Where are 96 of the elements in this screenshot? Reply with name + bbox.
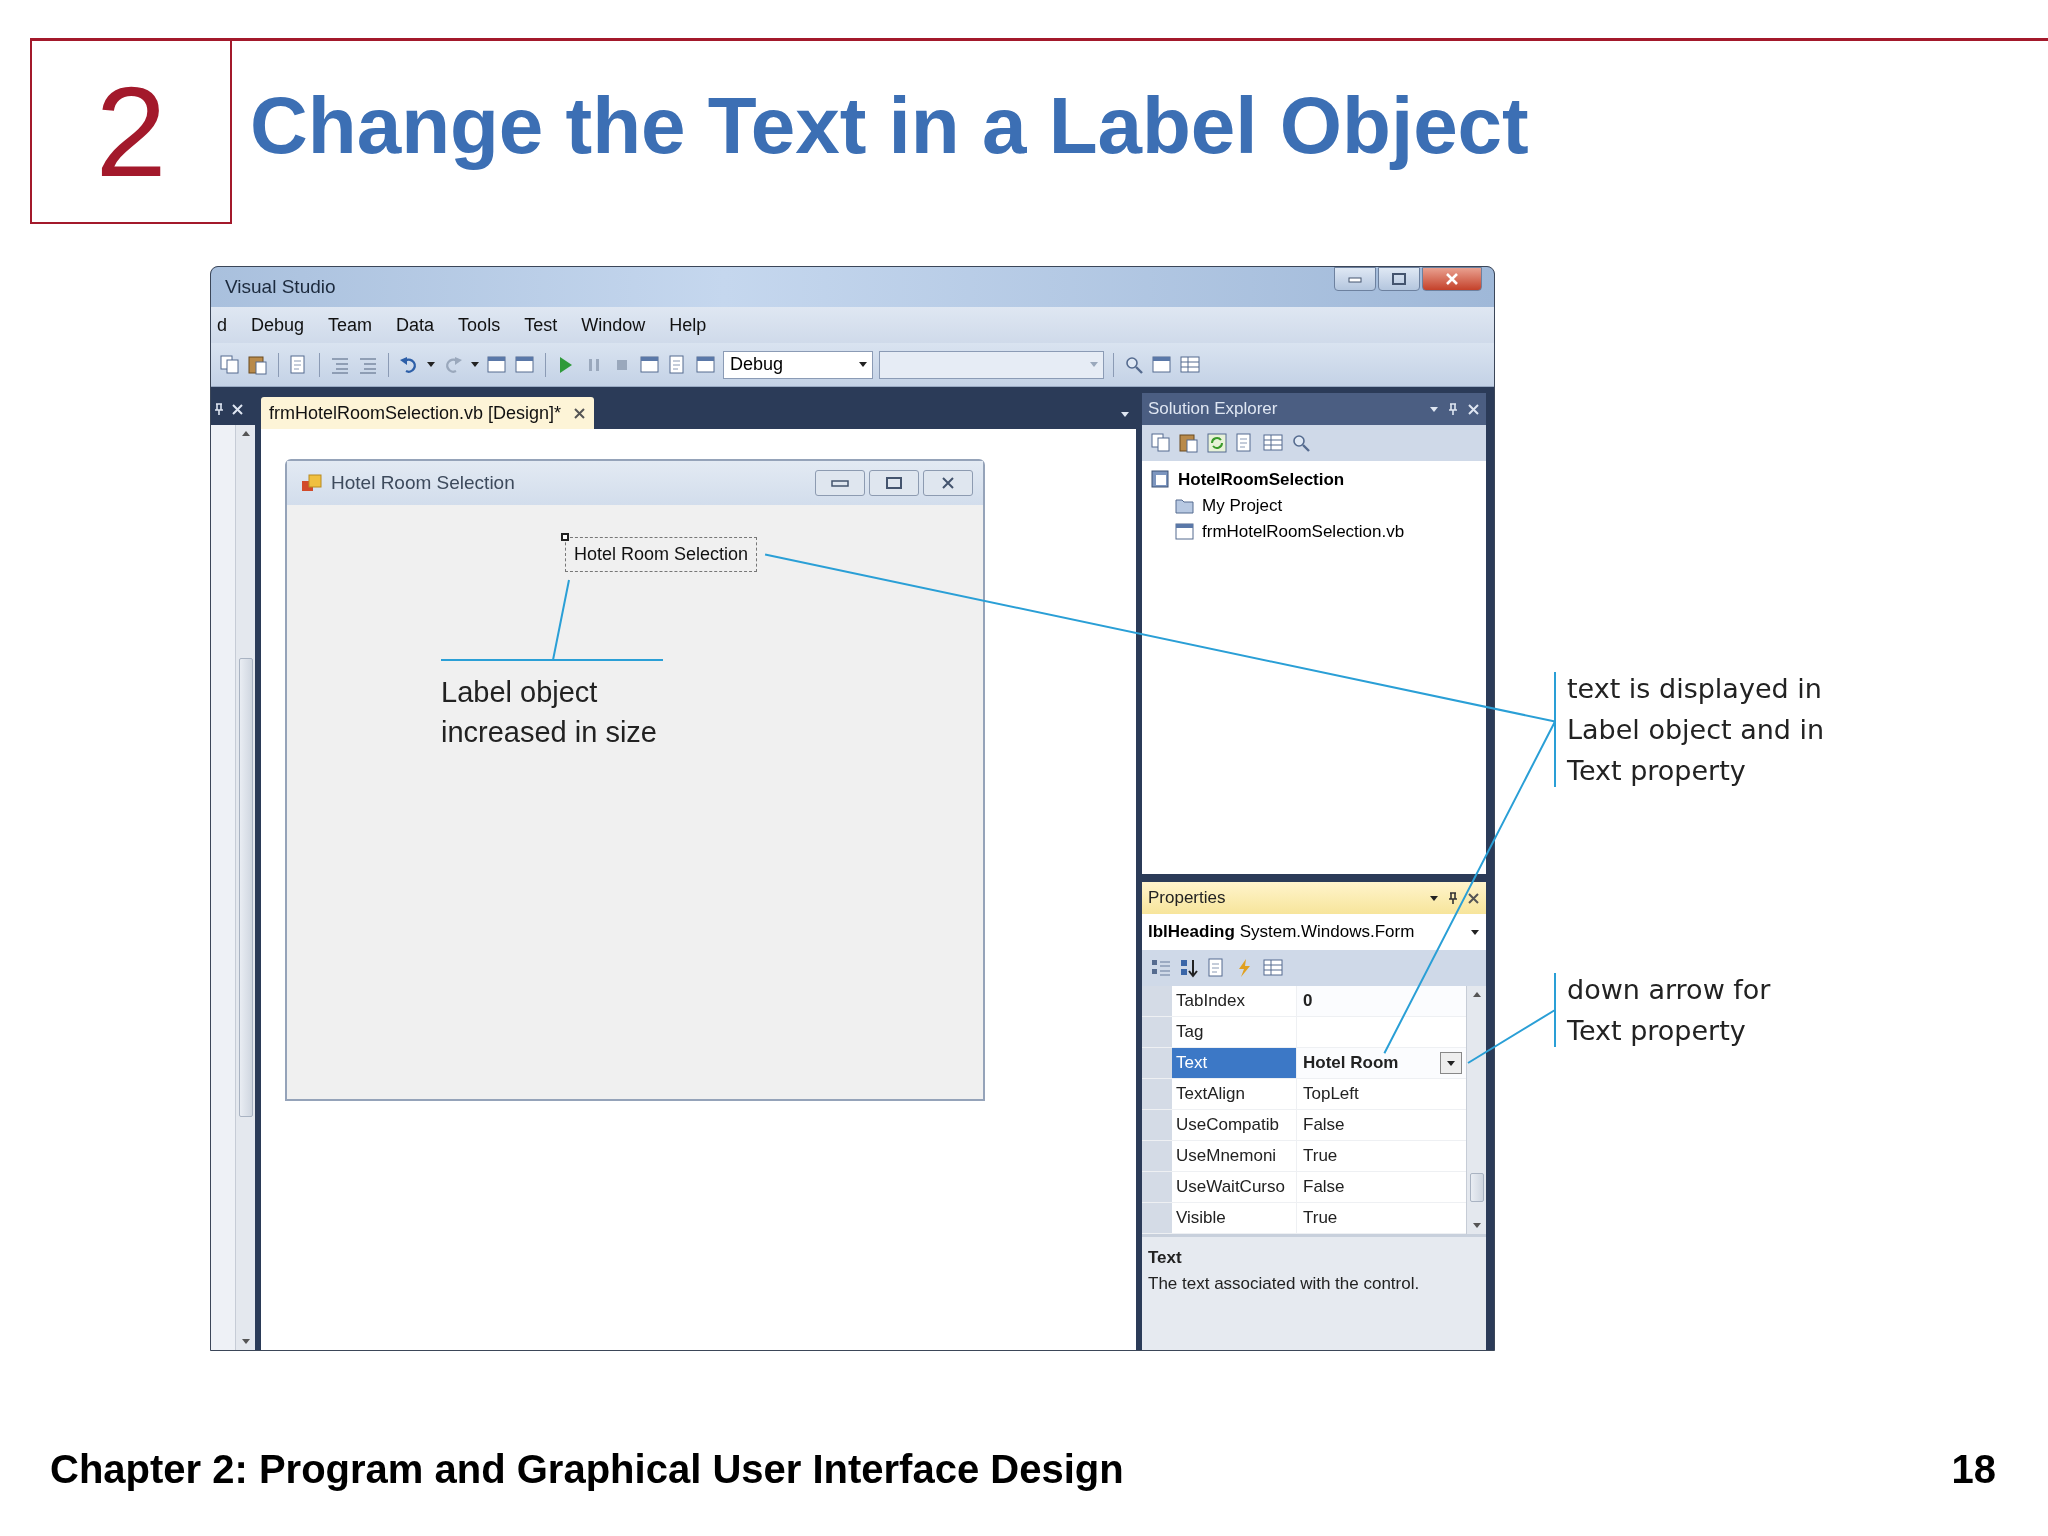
property-name[interactable]: TextAlign: [1172, 1079, 1296, 1109]
property-value[interactable]: True: [1303, 1143, 1338, 1169]
sort-icon[interactable]: [1178, 957, 1200, 979]
property-name[interactable]: TabIndex: [1172, 986, 1296, 1016]
dropdown-button[interactable]: [1440, 1052, 1462, 1074]
maximize-button[interactable]: [1378, 267, 1420, 291]
caret-icon: [858, 360, 868, 369]
property-value[interactable]: 0: [1303, 988, 1313, 1014]
grid-icon[interactable]: [1179, 353, 1201, 376]
panel-title: Properties: [1148, 887, 1226, 910]
menu-item[interactable]: Debug: [249, 309, 307, 341]
menu-item[interactable]: Data: [394, 309, 437, 341]
menu-item[interactable]: Window: [579, 309, 648, 341]
close-icon[interactable]: [1467, 891, 1480, 905]
callout-text: text is displayed in Label object and in Text property: [1567, 672, 1825, 788]
project-icon: [1150, 469, 1172, 491]
resize-handle[interactable]: [561, 533, 569, 541]
value-cell[interactable]: Hotel Room: [1296, 1048, 1466, 1078]
minimize-icon: [831, 479, 849, 487]
pages-icon[interactable]: [1150, 432, 1172, 454]
tree-item[interactable]: My Project: [1202, 493, 1283, 519]
scrollbar[interactable]: [1466, 986, 1486, 1234]
panel-title: Solution Explorer: [1148, 398, 1278, 421]
maximize-icon: [886, 477, 902, 489]
close-icon: [941, 477, 955, 489]
slide-title: Change the Text in a Label Object: [249, 79, 1529, 172]
close-icon: [1445, 273, 1459, 285]
window-icon: [1174, 521, 1196, 543]
description-title: Text: [1148, 1247, 1183, 1269]
magnifier-icon[interactable]: [1290, 432, 1312, 454]
scroll-thumb[interactable]: [238, 658, 253, 1117]
menu-item[interactable]: Tools: [456, 309, 503, 341]
down-arrow-icon[interactable]: [1471, 1222, 1482, 1230]
slide-footer: Chapter 2: Program and Graphical User Interface Design: [50, 1439, 1124, 1499]
tab-label: frmHotelRoomSelection.vb [Design]*: [269, 401, 562, 425]
caret-icon: [1446, 1058, 1456, 1068]
caret-icon[interactable]: [470, 360, 480, 369]
configuration-dropdown[interactable]: Debug: [723, 350, 873, 379]
caret-icon: [1089, 360, 1099, 369]
tree-item[interactable]: HotelRoomSelection: [1178, 467, 1345, 493]
maximize-button[interactable]: [869, 470, 919, 496]
minimize-icon: [1348, 275, 1362, 283]
value-cell[interactable]: 0: [1296, 986, 1466, 1016]
close-icon[interactable]: [573, 406, 587, 420]
property-name[interactable]: UseWaitCurso: [1172, 1172, 1296, 1202]
caret-icon: [1470, 927, 1480, 937]
maximize-icon: [1392, 273, 1406, 285]
minimize-button[interactable]: [1334, 267, 1376, 291]
pin-icon[interactable]: [1447, 891, 1459, 905]
document-tab[interactable]: frmHotelRoomSelection.vb [Design]*: [261, 397, 595, 429]
copy-icon[interactable]: [219, 353, 241, 376]
label-control[interactable]: Hotel Room Selection: [565, 537, 758, 572]
callout-text: down arrow for Text property: [1567, 973, 1772, 1048]
menu-item[interactable]: Help: [667, 309, 709, 341]
slide-number: 2: [30, 41, 232, 224]
up-arrow-icon[interactable]: [1471, 990, 1482, 998]
property-value[interactable]: TopLeft: [1303, 1081, 1359, 1107]
down-arrow-icon[interactable]: [240, 1338, 251, 1346]
property-value[interactable]: True: [1303, 1205, 1338, 1231]
close-button[interactable]: [1422, 267, 1482, 291]
caret-icon[interactable]: [426, 360, 436, 369]
up-arrow-icon[interactable]: [240, 429, 251, 437]
property-name[interactable]: Text: [1172, 1048, 1296, 1078]
form-icon: [301, 473, 323, 493]
property-value[interactable]: False: [1303, 1112, 1345, 1138]
property-name[interactable]: Visible: [1172, 1203, 1296, 1233]
menu-item[interactable]: Team: [326, 309, 375, 341]
scrollbar[interactable]: [235, 425, 255, 1350]
dropdown-field[interactable]: [879, 350, 1104, 379]
caret-icon[interactable]: [1429, 893, 1439, 903]
property-name[interactable]: UseCompatib: [1172, 1110, 1296, 1140]
window-icon[interactable]: [695, 353, 717, 376]
description-text: The text associated with the control.: [1148, 1272, 1421, 1295]
window-icon[interactable]: [1151, 353, 1173, 376]
categories-icon[interactable]: [1150, 957, 1172, 979]
window-icon[interactable]: [639, 353, 661, 376]
scroll-thumb[interactable]: [1469, 1173, 1484, 1202]
caret-icon[interactable]: [1120, 410, 1130, 419]
property-name[interactable]: Tag: [1172, 1017, 1296, 1047]
property-value[interactable]: Hotel Room: [1303, 1050, 1399, 1076]
window-icon[interactable]: [486, 353, 508, 376]
callout-text: Label object increased in size: [441, 675, 658, 750]
paste-icon[interactable]: [247, 353, 269, 376]
property-name[interactable]: UseMnemoni: [1172, 1141, 1296, 1171]
menu-item[interactable]: Test: [522, 309, 560, 341]
page-number: 18: [1951, 1446, 1996, 1493]
close-button[interactable]: [923, 470, 973, 496]
window-icon[interactable]: [514, 353, 536, 376]
minimize-button[interactable]: [815, 470, 865, 496]
grid-icon[interactable]: [1262, 432, 1284, 454]
menu-item[interactable]: d: [215, 309, 229, 341]
property-value[interactable]: False: [1303, 1174, 1345, 1200]
tree-item[interactable]: frmHotelRoomSelection.vb: [1202, 519, 1405, 545]
refresh-icon[interactable]: [1206, 432, 1228, 454]
window-title: Visual Studio: [225, 274, 336, 299]
form-title: Hotel Room Selection: [331, 470, 515, 495]
